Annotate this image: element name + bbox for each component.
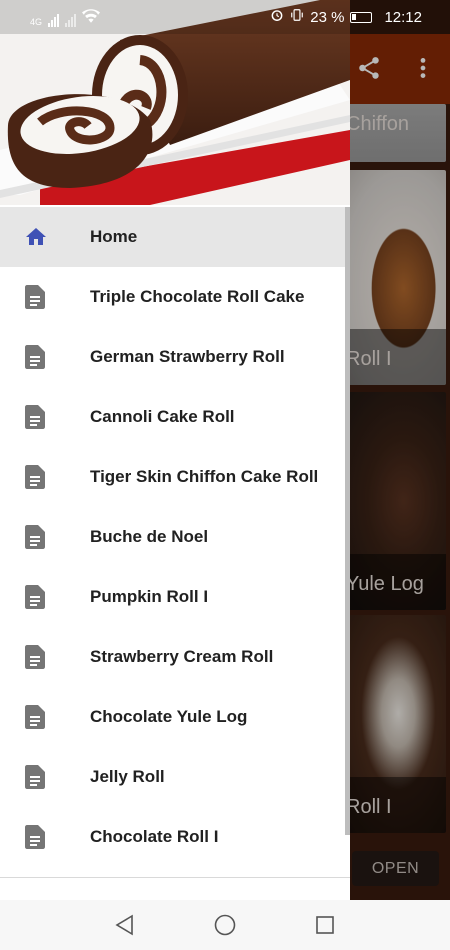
drawer-item-recipe[interactable]: Chocolate Roll I <box>0 807 350 867</box>
drawer-item-home[interactable]: Home <box>0 207 350 267</box>
battery-percent: 23 % <box>310 8 345 26</box>
drawer-item-recipe[interactable]: Cannoli Cake Roll <box>0 387 350 447</box>
recents-icon[interactable] <box>312 912 338 938</box>
document-icon <box>24 705 46 729</box>
drawer-item-recipe[interactable]: Buche de Noel <box>0 507 350 567</box>
drawer-item-label: Cannoli Cake Roll <box>90 407 235 426</box>
document-icon <box>24 525 46 549</box>
document-icon <box>24 585 46 609</box>
back-icon[interactable] <box>112 912 138 938</box>
drawer-item-label: Chocolate Roll I <box>90 827 219 846</box>
drawer-item-recipe[interactable]: Pumpkin Roll I <box>0 567 350 627</box>
battery-icon <box>350 11 373 23</box>
signal-icon <box>48 14 60 27</box>
wifi-icon <box>82 9 101 27</box>
home-circle-icon[interactable] <box>212 912 238 938</box>
clock: 12:12 <box>384 8 422 26</box>
drawer-item-recipe[interactable]: Strawberry Cream Roll <box>0 627 350 687</box>
drawer-item-label: Triple Chocolate Roll Cake <box>90 287 305 306</box>
drawer-menu-list: Home Triple Chocolate Roll Cake German S… <box>0 207 350 867</box>
vibrate-icon <box>290 8 304 26</box>
document-icon <box>24 345 46 369</box>
drawer-item-label: Chocolate Yule Log <box>90 707 248 726</box>
system-navigation-bar <box>0 900 450 950</box>
drawer-item-label: Jelly Roll <box>90 767 165 786</box>
drawer-item-recipe[interactable]: German Strawberry Roll <box>0 327 350 387</box>
drawer-item-recipe[interactable]: Chocolate Yule Log <box>0 687 350 747</box>
drawer-item-recipe[interactable]: Tiger Skin Chiffon Cake Roll <box>0 447 350 507</box>
navigation-drawer: Home Triple Chocolate Roll Cake German S… <box>0 0 350 900</box>
drawer-item-label: Buche de Noel <box>90 527 209 546</box>
drawer-item-label: Home <box>90 227 138 246</box>
document-icon <box>24 825 46 849</box>
document-icon <box>24 465 46 489</box>
drawer-item-label: Strawberry Cream Roll <box>90 647 274 666</box>
drawer-item-label: Tiger Skin Chiffon Cake Roll <box>90 467 319 486</box>
drawer-divider <box>0 877 350 878</box>
drawer-item-recipe[interactable]: Jelly Roll <box>0 747 350 807</box>
drawer-item-label: German Strawberry Roll <box>90 347 285 366</box>
signal-icon-2 <box>65 14 77 27</box>
document-icon <box>24 645 46 669</box>
alarm-icon <box>270 8 284 26</box>
drawer-item-label: Pumpkin Roll I <box>90 587 209 606</box>
home-icon <box>24 225 46 249</box>
drawer-item-recipe[interactable]: Triple Chocolate Roll Cake <box>0 267 350 327</box>
status-bar: 4G 23 % 12:12 <box>0 0 450 34</box>
drawer-scrollbar[interactable] <box>345 207 350 835</box>
document-icon <box>24 765 46 789</box>
network-type: 4G <box>30 17 43 27</box>
document-icon <box>24 405 46 429</box>
document-icon <box>24 285 46 309</box>
